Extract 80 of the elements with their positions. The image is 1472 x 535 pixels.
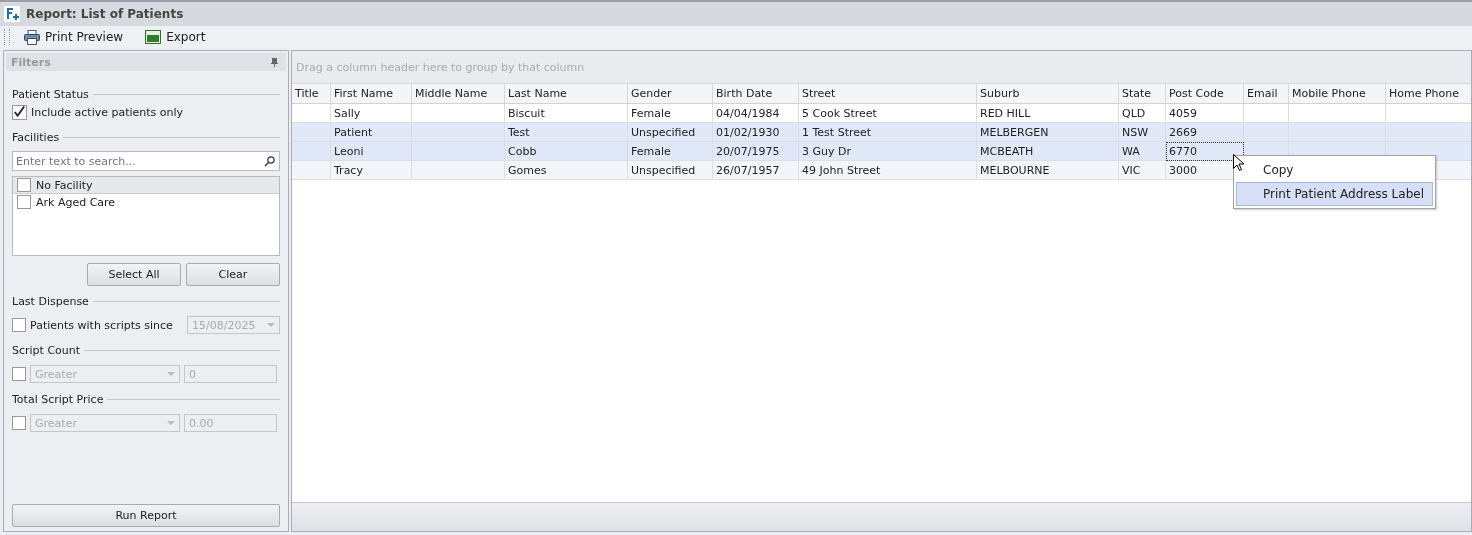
- table-cell: Female: [631, 106, 671, 120]
- search-field[interactable]: Enter text to search...: [12, 151, 280, 171]
- table-cell: 3 Guy Dr: [802, 144, 851, 158]
- column-header[interactable]: Last Name: [505, 84, 628, 103]
- section-heading: Script Count: [12, 343, 81, 357]
- facility-item[interactable]: No Facility: [13, 177, 279, 194]
- table-cell: Leoni: [334, 144, 364, 158]
- table-cell: 49 John Street: [802, 163, 881, 177]
- facility-item[interactable]: Ark Aged Care: [13, 194, 279, 211]
- checkbox[interactable]: [17, 178, 31, 192]
- table-cell: Patient: [334, 125, 373, 139]
- section-heading: Last Dispense: [12, 294, 89, 308]
- column-header[interactable]: Street: [799, 84, 977, 103]
- table-cell: WA: [1122, 144, 1140, 158]
- table-cell: 01/02/1930: [716, 125, 780, 139]
- table-cell: Unspecified: [631, 163, 696, 177]
- panel-button[interactable]: Clear: [186, 263, 280, 286]
- facility-label: Ark Aged Care: [36, 195, 116, 209]
- table-cell: MELBERGEN: [980, 125, 1049, 139]
- table-cell: 20/07/1975: [716, 144, 780, 158]
- table-cell: RED HILL: [980, 106, 1031, 120]
- spreadsheet-icon: [145, 30, 162, 44]
- window-title: Report: List of Patients: [26, 7, 184, 21]
- table-cell: 1 Test Street: [802, 125, 872, 139]
- checkbox[interactable]: [12, 367, 26, 381]
- facility-label: No Facility: [36, 178, 93, 192]
- column-header[interactable]: Title: [292, 84, 331, 103]
- table-cell: QLD: [1122, 106, 1146, 120]
- table-cell: 4059: [1169, 106, 1197, 120]
- table-cell: Sally: [334, 106, 361, 120]
- table-cell: MCBEATH: [980, 144, 1034, 158]
- section-heading: Facilities: [12, 130, 60, 144]
- column-header[interactable]: State: [1119, 84, 1166, 103]
- toolbar-button[interactable]: Export: [137, 28, 214, 46]
- group-panel-hint: Drag a column header here to group by that column: [296, 60, 585, 74]
- table-cell: NSW: [1122, 125, 1149, 139]
- table-cell: Cobb: [508, 144, 537, 158]
- table-cell: VIC: [1122, 163, 1141, 177]
- section-heading: Patient Status: [12, 87, 89, 101]
- checkbox[interactable]: [12, 104, 27, 120]
- checkbox[interactable]: [12, 318, 26, 332]
- table-cell: 04/04/1984: [716, 106, 780, 120]
- column-header[interactable]: Email: [1244, 84, 1289, 103]
- column-header[interactable]: Birth Date: [713, 84, 799, 103]
- table-cell: Female: [631, 144, 671, 158]
- run-report-button[interactable]: Run Report: [12, 504, 280, 527]
- panel-button[interactable]: Select All: [87, 263, 181, 286]
- table-cell: 5 Cook Street: [802, 106, 877, 120]
- checkbox-label: Patients with scripts since: [30, 318, 173, 332]
- column-header[interactable]: First Name: [331, 84, 412, 103]
- table-cell: Biscuit: [508, 106, 545, 120]
- table-cell: 26/07/1957: [716, 163, 780, 177]
- printer-icon: [24, 29, 40, 45]
- table-cell: 2669: [1169, 125, 1197, 139]
- column-header[interactable]: Suburb: [977, 84, 1119, 103]
- checkbox-label: Include active patients only: [31, 105, 184, 119]
- table-cell: Tracy: [334, 163, 363, 177]
- table-cell: 6770: [1169, 144, 1197, 158]
- table-row[interactable]: Leoni Cobb Female 20/07/1975 3 Guy Dr MCBEATH WA 6770: [292, 142, 1471, 161]
- column-header[interactable]: Gender: [628, 84, 713, 103]
- table-row[interactable]: Patient Test Unspecified 01/02/1930 1 Test Street MELBERGEN NSW 2669: [292, 123, 1471, 142]
- column-header[interactable]: Home Phone: [1386, 84, 1471, 103]
- checkbox[interactable]: [12, 416, 26, 430]
- table-cell: Unspecified: [631, 125, 696, 139]
- toolbar-button[interactable]: Print Preview: [16, 27, 132, 47]
- panel-title: Filters: [11, 55, 51, 69]
- checkbox[interactable]: [17, 195, 31, 209]
- column-header[interactable]: Post Code: [1166, 84, 1244, 103]
- section-heading: Total Script Price: [12, 392, 104, 406]
- table-cell: Gomes: [508, 163, 547, 177]
- table-cell: Test: [508, 125, 530, 139]
- app-logo-icon: [4, 6, 20, 22]
- table-row[interactable]: Sally Biscuit Female 04/04/1984 5 Cook Street RED HILL QLD 4059: [292, 104, 1471, 123]
- table-cell: 3000: [1169, 163, 1197, 177]
- column-header[interactable]: Middle Name: [412, 84, 505, 103]
- search-icon: [264, 156, 275, 167]
- table-cell: MELBOURNE: [980, 163, 1050, 177]
- menu-item[interactable]: Print Patient Address Label: [1236, 182, 1433, 206]
- pin-icon[interactable]: [271, 57, 278, 67]
- column-header[interactable]: Mobile Phone: [1289, 84, 1386, 103]
